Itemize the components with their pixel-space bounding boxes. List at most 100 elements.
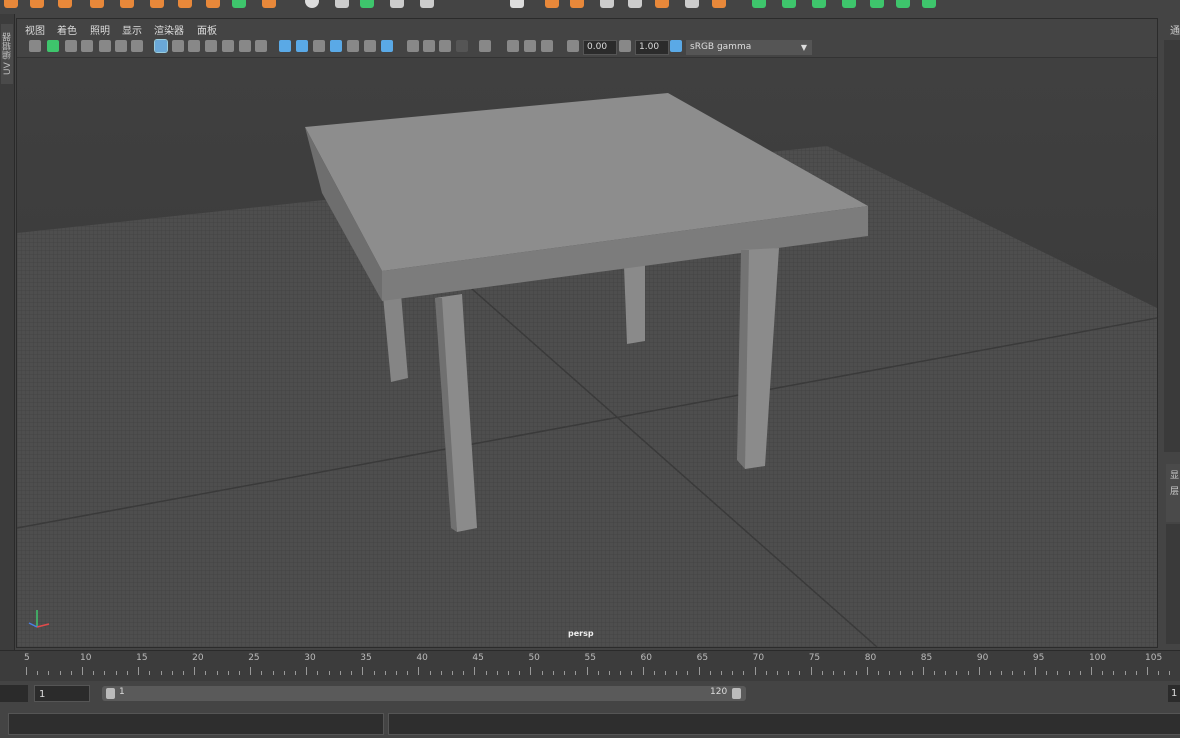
- time-minor-tick: [743, 671, 745, 675]
- film-gate-icon[interactable]: [172, 40, 184, 52]
- playback-start-field[interactable]: 1: [34, 685, 90, 702]
- camera-lock-icon[interactable]: [47, 40, 59, 52]
- shelf-icon[interactable]: [922, 0, 936, 8]
- time-minor-tick: [575, 671, 577, 675]
- camera-attributes-icon[interactable]: [65, 40, 77, 52]
- wireframe-icon[interactable]: [279, 40, 291, 52]
- motion-blur-icon[interactable]: [423, 40, 435, 52]
- shelf-icon[interactable]: [4, 0, 18, 8]
- shelf-icon[interactable]: [360, 0, 374, 8]
- shelf-icon[interactable]: [150, 0, 164, 8]
- shelf-icon[interactable]: [752, 0, 766, 8]
- textured-icon[interactable]: [347, 40, 359, 52]
- 3d-viewport[interactable]: persp: [17, 58, 1157, 647]
- menu-panels[interactable]: 面板: [197, 22, 217, 37]
- time-minor-tick: [373, 671, 375, 675]
- shelf-icon[interactable]: [510, 0, 524, 8]
- time-minor-tick: [900, 671, 902, 675]
- resolution-gate-icon[interactable]: [188, 40, 200, 52]
- menu-view[interactable]: 视图: [25, 22, 45, 37]
- default-material-icon[interactable]: [313, 40, 325, 52]
- shelf-icon[interactable]: [262, 0, 276, 8]
- range-start-handle[interactable]: [106, 688, 115, 699]
- safe-title-icon[interactable]: [255, 40, 267, 52]
- grid-icon[interactable]: [154, 39, 168, 53]
- lighting-icon[interactable]: [364, 40, 376, 52]
- shelf-icon[interactable]: [232, 0, 246, 8]
- time-minor-tick: [463, 671, 465, 675]
- wireframe-on-shaded-icon[interactable]: [330, 40, 342, 52]
- time-minor-tick: [777, 671, 779, 675]
- start-time-field-partial[interactable]: [0, 685, 28, 702]
- xray-components-icon[interactable]: [541, 40, 553, 52]
- gamma-icon[interactable]: [619, 40, 631, 52]
- shelf-icon[interactable]: [570, 0, 584, 8]
- time-minor-tick: [631, 671, 633, 675]
- menu-show[interactable]: 显示: [122, 22, 142, 37]
- shelf-icon[interactable]: [305, 0, 319, 8]
- safe-action-icon[interactable]: [239, 40, 251, 52]
- depth-of-field-icon[interactable]: [456, 40, 468, 52]
- time-tick-label: 60: [640, 653, 652, 663]
- time-minor-tick: [272, 671, 274, 675]
- side-tab-strip: UV 编辑器: [0, 14, 15, 654]
- time-tick: [26, 667, 27, 675]
- shelf-icon[interactable]: [58, 0, 72, 8]
- anti-aliasing-icon[interactable]: [439, 40, 451, 52]
- xray-icon[interactable]: [507, 40, 519, 52]
- shelf-icon[interactable]: [120, 0, 134, 8]
- shelf-icon[interactable]: [90, 0, 104, 8]
- time-minor-tick: [911, 671, 913, 675]
- image-plane-icon[interactable]: [99, 40, 111, 52]
- gate-mask-icon[interactable]: [205, 40, 217, 52]
- bookmark-icon[interactable]: [81, 40, 93, 52]
- shelf-icon[interactable]: [545, 0, 559, 8]
- command-input[interactable]: [8, 713, 384, 735]
- exposure-icon[interactable]: [567, 40, 579, 52]
- field-chart-icon[interactable]: [222, 40, 234, 52]
- shelf-icon[interactable]: [628, 0, 642, 8]
- shelf-icon[interactable]: [335, 0, 349, 8]
- shelf-icon[interactable]: [655, 0, 669, 8]
- exposure-field[interactable]: 0.00: [583, 40, 617, 55]
- shelf-icon[interactable]: [782, 0, 796, 8]
- time-slider[interactable]: 5 10 15 20 25 30 35 40 45 50 55 60 65 70 75 80 85 90 95 100…: [0, 650, 1180, 681]
- shelf-icon[interactable]: [712, 0, 726, 8]
- shelf-icon[interactable]: [390, 0, 404, 8]
- range-end-handle[interactable]: [732, 688, 741, 699]
- time-tick-label: 75: [808, 653, 821, 663]
- display-tab[interactable]: 显: [1170, 468, 1179, 481]
- shelf-icon[interactable]: [685, 0, 699, 8]
- shelf-icon[interactable]: [870, 0, 884, 8]
- screen-space-ao-icon[interactable]: [407, 40, 419, 52]
- shelf-icon[interactable]: [896, 0, 910, 8]
- shelf-icon[interactable]: [842, 0, 856, 8]
- shelf-icon[interactable]: [178, 0, 192, 8]
- time-minor-tick: [104, 671, 106, 675]
- grease-pencil-icon[interactable]: [131, 40, 143, 52]
- 2d-pan-zoom-icon[interactable]: [115, 40, 127, 52]
- end-time-field-partial[interactable]: 1: [1168, 685, 1180, 702]
- menu-renderer[interactable]: 渲染器: [154, 22, 184, 37]
- menu-shading[interactable]: 着色: [57, 22, 77, 37]
- shelf-icon[interactable]: [600, 0, 614, 8]
- shelf-icon[interactable]: [812, 0, 826, 8]
- menu-lighting[interactable]: 照明: [90, 22, 110, 37]
- time-minor-tick: [687, 671, 689, 675]
- time-minor-tick: [37, 671, 39, 675]
- smooth-shade-icon[interactable]: [296, 40, 308, 52]
- color-management-icon[interactable]: [670, 40, 682, 52]
- isolate-select-icon[interactable]: [479, 40, 491, 52]
- shadows-icon[interactable]: [381, 40, 393, 52]
- camera-icon[interactable]: [29, 40, 41, 52]
- uv-editor-tab[interactable]: UV 编辑器: [1, 24, 13, 84]
- time-tick-label: 25: [248, 653, 260, 663]
- gamma-field[interactable]: 1.00: [635, 40, 669, 55]
- range-slider[interactable]: 1 120: [102, 686, 746, 701]
- layer-tab[interactable]: 层: [1170, 484, 1179, 497]
- xray-joints-icon[interactable]: [524, 40, 536, 52]
- shelf-icon[interactable]: [30, 0, 44, 8]
- shelf-icon[interactable]: [206, 0, 220, 8]
- color-space-dropdown[interactable]: sRGB gamma ▼: [686, 40, 812, 55]
- shelf-icon[interactable]: [420, 0, 434, 8]
